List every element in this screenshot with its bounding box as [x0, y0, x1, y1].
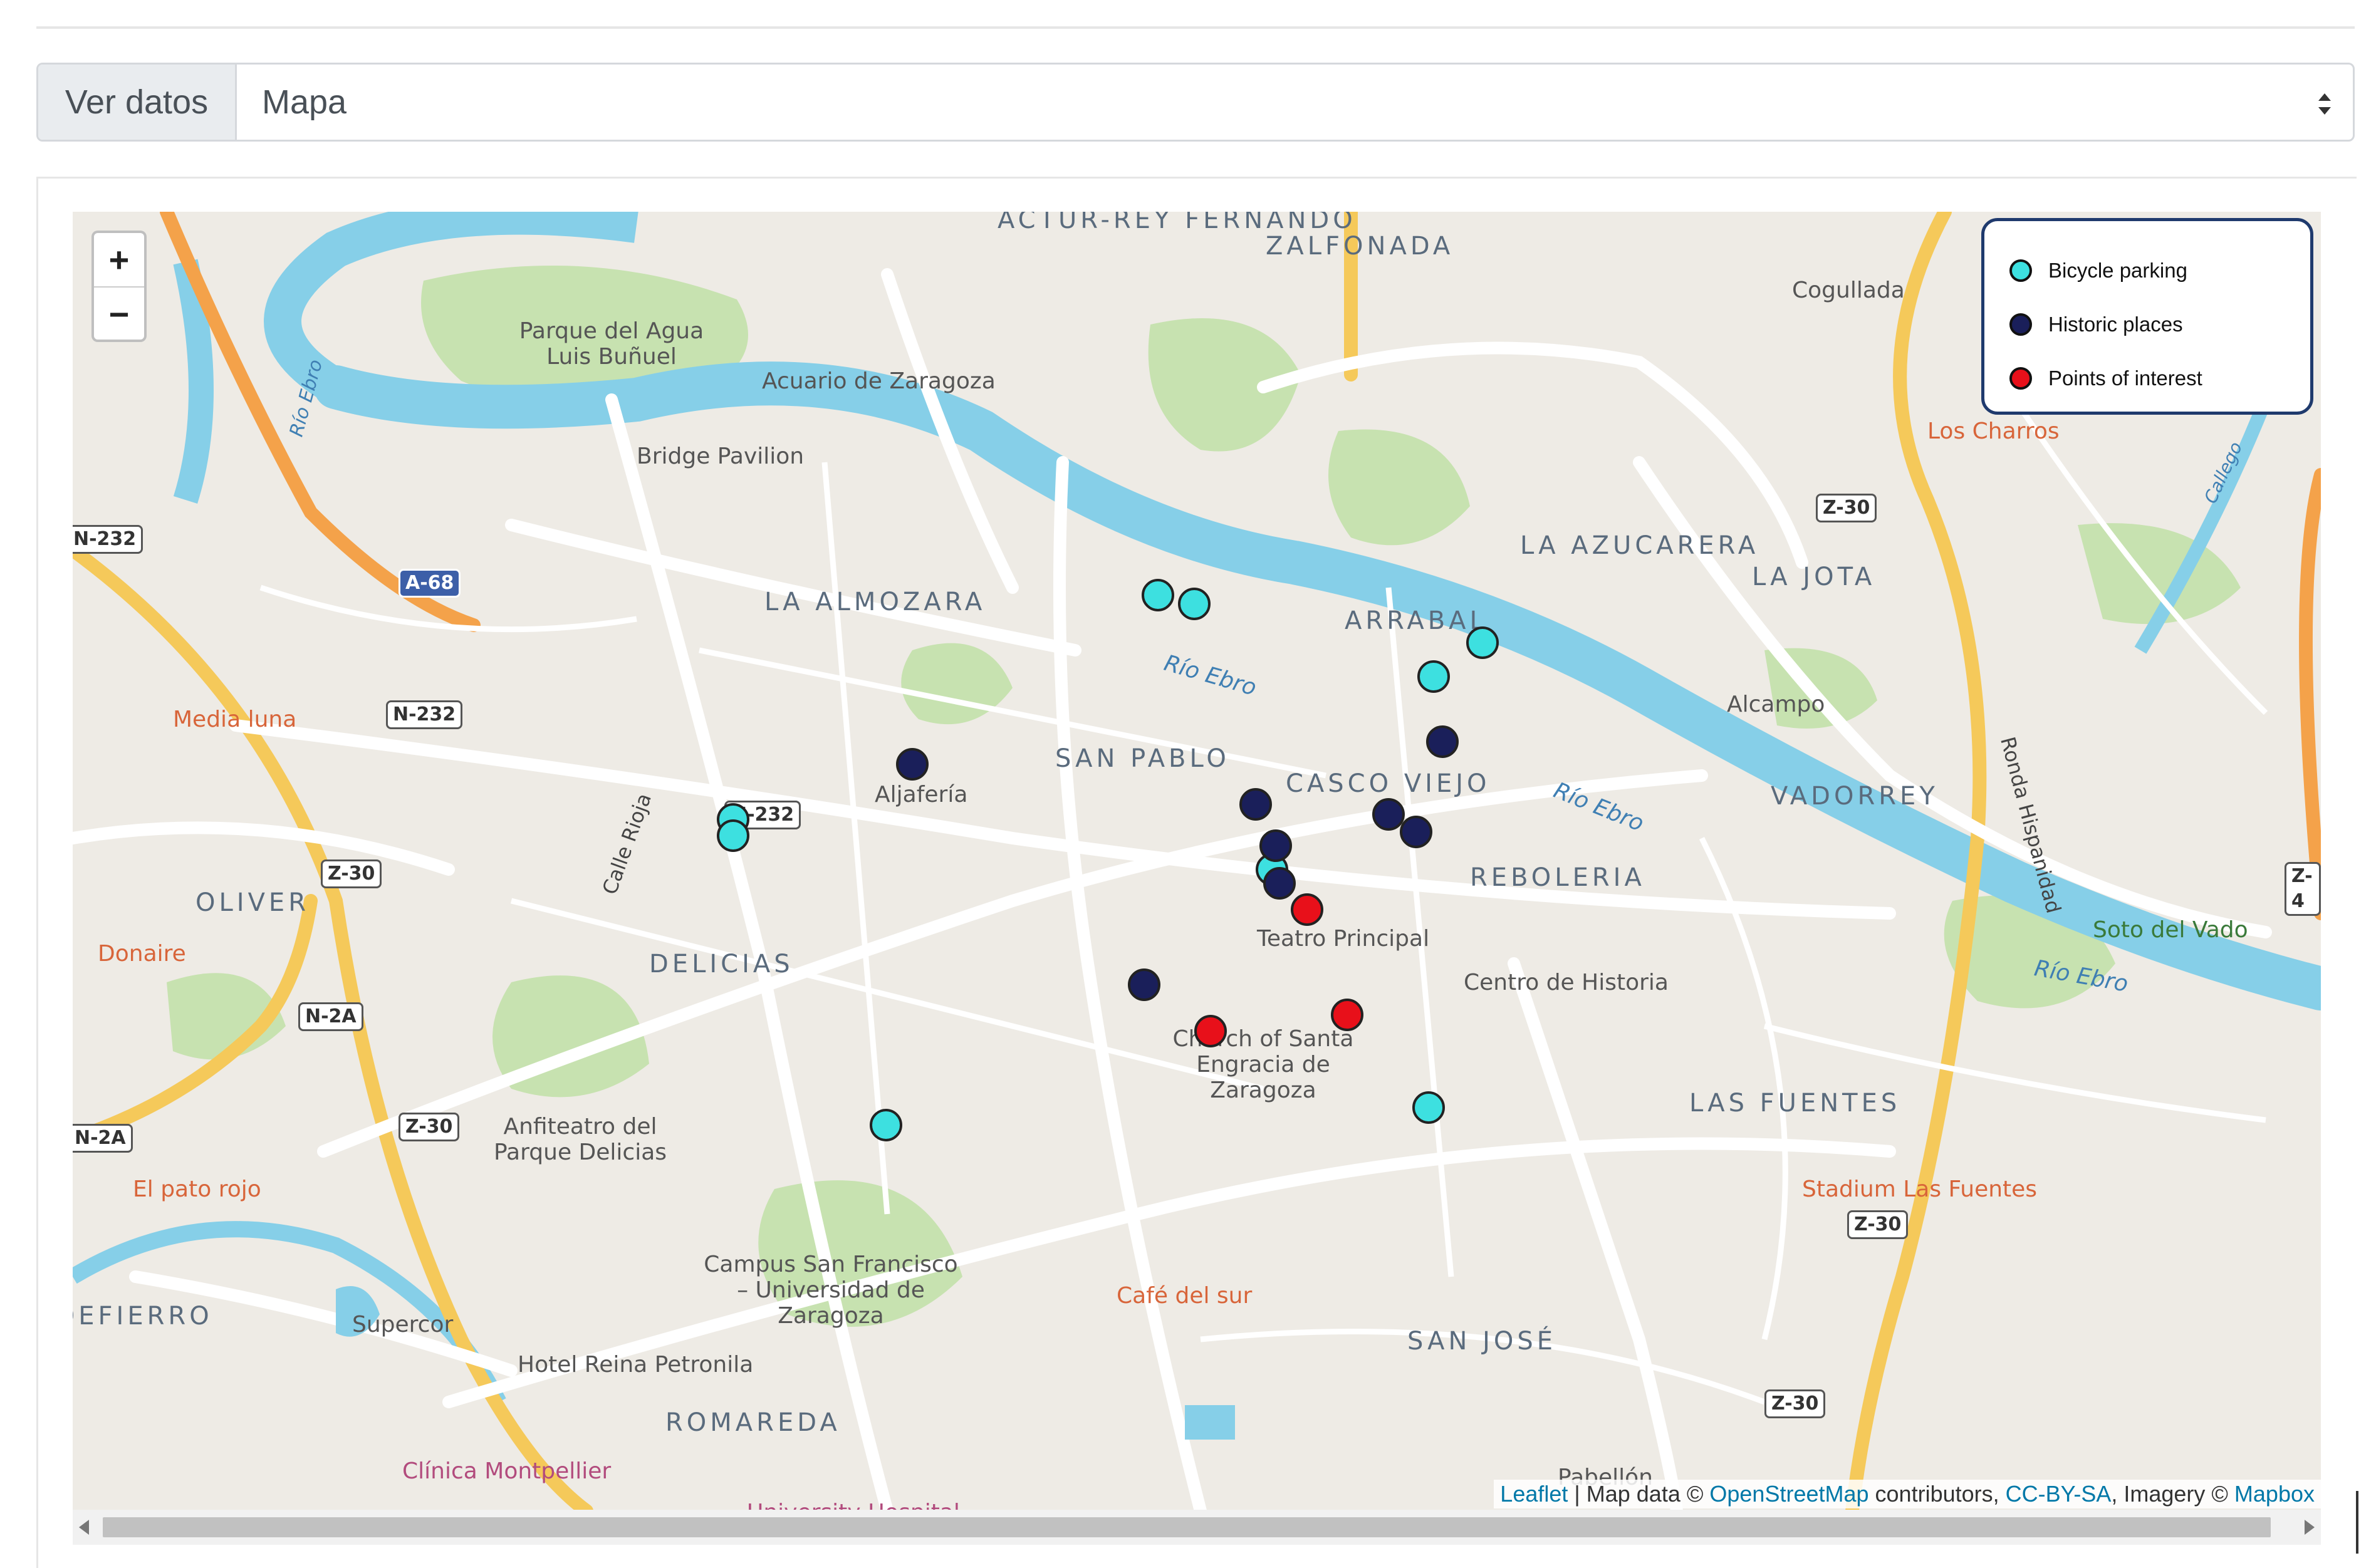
- historic-place-marker[interactable]: [896, 748, 929, 781]
- place-label: Hotel Reina Petronila: [518, 1352, 754, 1378]
- legend-swatch: [2009, 259, 2032, 282]
- road-shield: Z-30: [1764, 1389, 1826, 1418]
- place-label: Campus San Francisco – Universidad de Za…: [704, 1252, 958, 1329]
- legend-item-bicycle-parking: Bicycle parking: [2009, 244, 2310, 298]
- legend-swatch: [2009, 367, 2032, 390]
- zoom-in-button[interactable]: +: [94, 233, 144, 288]
- top-divider: [36, 26, 2355, 29]
- zoom-control: + −: [91, 231, 147, 342]
- mapbox-link[interactable]: Mapbox: [2234, 1481, 2315, 1507]
- scrollbar-thumb[interactable]: [103, 1517, 2271, 1537]
- place-label: Bridge Pavilion: [637, 444, 805, 469]
- place-label: Soto del Vado: [2093, 917, 2248, 943]
- road-shield: Z-30: [399, 1113, 460, 1141]
- point-of-interest-marker[interactable]: [1291, 893, 1323, 926]
- legend-item-points-of-interest: Points of interest: [2009, 351, 2310, 405]
- bicycle-parking-marker[interactable]: [717, 819, 749, 852]
- legend-item-historic-places: Historic places: [2009, 298, 2310, 351]
- food-label: Los Charros: [1927, 418, 2060, 444]
- legend-swatch: [2009, 313, 2032, 336]
- district-label: LAS FUENTES: [1689, 1089, 1901, 1118]
- district-label: ROMAREDA: [665, 1408, 841, 1437]
- district-label: SAN PABLO: [1055, 744, 1230, 773]
- district-label: VADORREY: [1771, 782, 1939, 811]
- bicycle-parking-marker[interactable]: [1412, 1091, 1445, 1124]
- point-of-interest-marker[interactable]: [1331, 999, 1363, 1031]
- scroll-right-icon[interactable]: [2305, 1520, 2315, 1535]
- place-label: Centro de Historia: [1464, 970, 1669, 995]
- food-label: El pato rojo: [133, 1176, 261, 1202]
- map-attribution: Leaflet | Map data © OpenStreetMap contr…: [1494, 1480, 2321, 1508]
- road-shield: N-2A: [298, 1002, 363, 1031]
- district-label: REBOLERIA: [1470, 863, 1645, 892]
- attribution-text: | Map data ©: [1568, 1481, 1710, 1507]
- select-arrows-icon: [2318, 93, 2331, 115]
- place-label: Alcampo: [1727, 692, 1825, 717]
- road-shield: Z-30: [1847, 1210, 1909, 1239]
- zoom-out-button[interactable]: −: [94, 288, 144, 341]
- road-shield: Z-4: [2285, 862, 2321, 916]
- food-label: Media luna: [173, 707, 297, 732]
- historic-place-marker[interactable]: [1128, 968, 1160, 1001]
- district-label: CASCO VIEJO: [1286, 769, 1491, 798]
- road-shield: Z-30: [321, 859, 382, 888]
- district-label: LA AZUCARERA: [1520, 531, 1759, 560]
- place-label: Clínica Montpellier: [402, 1458, 612, 1484]
- district-label: ARRABAL: [1345, 606, 1488, 635]
- bicycle-parking-marker[interactable]: [1142, 579, 1174, 611]
- bicycle-parking-marker[interactable]: [1417, 660, 1450, 693]
- road-shield: N-232: [73, 525, 143, 554]
- legend-label: Points of interest: [2048, 366, 2202, 390]
- road-shield: Z-30: [1816, 494, 1877, 522]
- map-legend: Bicycle parking Historic places Points o…: [1981, 218, 2313, 415]
- attribution-text: , Imagery ©: [2111, 1481, 2234, 1507]
- map-canvas[interactable]: ACTUR-REY FERNANDO ZALFONADA LA ALMOZARA…: [73, 212, 2321, 1511]
- place-label: Parque del Agua Luis Buñuel: [519, 318, 704, 370]
- district-label: SAN JOSÉ: [1407, 1327, 1557, 1356]
- district-label: VALDEFIERRO: [73, 1302, 213, 1331]
- historic-place-marker[interactable]: [1263, 867, 1296, 900]
- food-label: Café del sur: [1117, 1283, 1253, 1309]
- district-label: LA JOTA: [1752, 563, 1876, 591]
- legend-label: Bicycle parking: [2048, 259, 2187, 282]
- bicycle-parking-marker[interactable]: [1466, 626, 1499, 659]
- food-label: Stadium Las Fuentes: [1802, 1176, 2038, 1202]
- road-shield: N-2A: [73, 1124, 133, 1153]
- district-label: DELICIAS: [649, 950, 794, 979]
- place-label: Supercor: [352, 1312, 454, 1337]
- historic-place-marker[interactable]: [1259, 829, 1292, 862]
- road-shield: N-232: [386, 700, 463, 729]
- leaflet-link[interactable]: Leaflet: [1500, 1481, 1568, 1507]
- historic-place-marker[interactable]: [1239, 788, 1272, 821]
- historic-place-marker[interactable]: [1400, 816, 1432, 848]
- place-label: Church of Santa Engracia de Zaragoza: [1172, 1026, 1354, 1103]
- place-label: Cogullada: [1792, 278, 1905, 303]
- scroll-left-icon[interactable]: [79, 1520, 89, 1535]
- view-select[interactable]: Mapa: [237, 65, 2353, 140]
- food-label: Donaire: [98, 941, 186, 967]
- attribution-text: contributors,: [1868, 1481, 2006, 1507]
- place-label: Teatro Principal: [1257, 926, 1430, 952]
- text-cursor: [2356, 1491, 2358, 1554]
- place-label: Aljafería: [875, 782, 968, 807]
- district-label: ZALFONADA: [1266, 232, 1454, 261]
- point-of-interest-marker[interactable]: [1194, 1015, 1227, 1047]
- osm-link[interactable]: OpenStreetMap: [1709, 1481, 1868, 1507]
- district-label: OLIVER: [195, 888, 310, 917]
- bicycle-parking-marker[interactable]: [870, 1109, 902, 1141]
- view-select-value: Mapa: [262, 83, 347, 121]
- view-selector[interactable]: Ver datos Mapa: [36, 63, 2355, 142]
- place-label: Acuario de Zaragoza: [762, 368, 996, 394]
- horizontal-scrollbar[interactable]: [73, 1510, 2321, 1545]
- legend-label: Historic places: [2048, 313, 2183, 336]
- road-shield: A-68: [399, 569, 461, 598]
- district-label: ACTUR-REY FERNANDO: [998, 212, 1357, 234]
- view-selector-label: Ver datos: [38, 65, 237, 140]
- place-label: Anfiteatro del Parque Delicias: [493, 1114, 667, 1165]
- historic-place-marker[interactable]: [1372, 798, 1405, 831]
- bicycle-parking-marker[interactable]: [1178, 588, 1211, 620]
- historic-place-marker[interactable]: [1426, 725, 1459, 758]
- license-link[interactable]: CC-BY-SA: [2006, 1481, 2112, 1507]
- district-label: LA ALMOZARA: [764, 588, 986, 616]
